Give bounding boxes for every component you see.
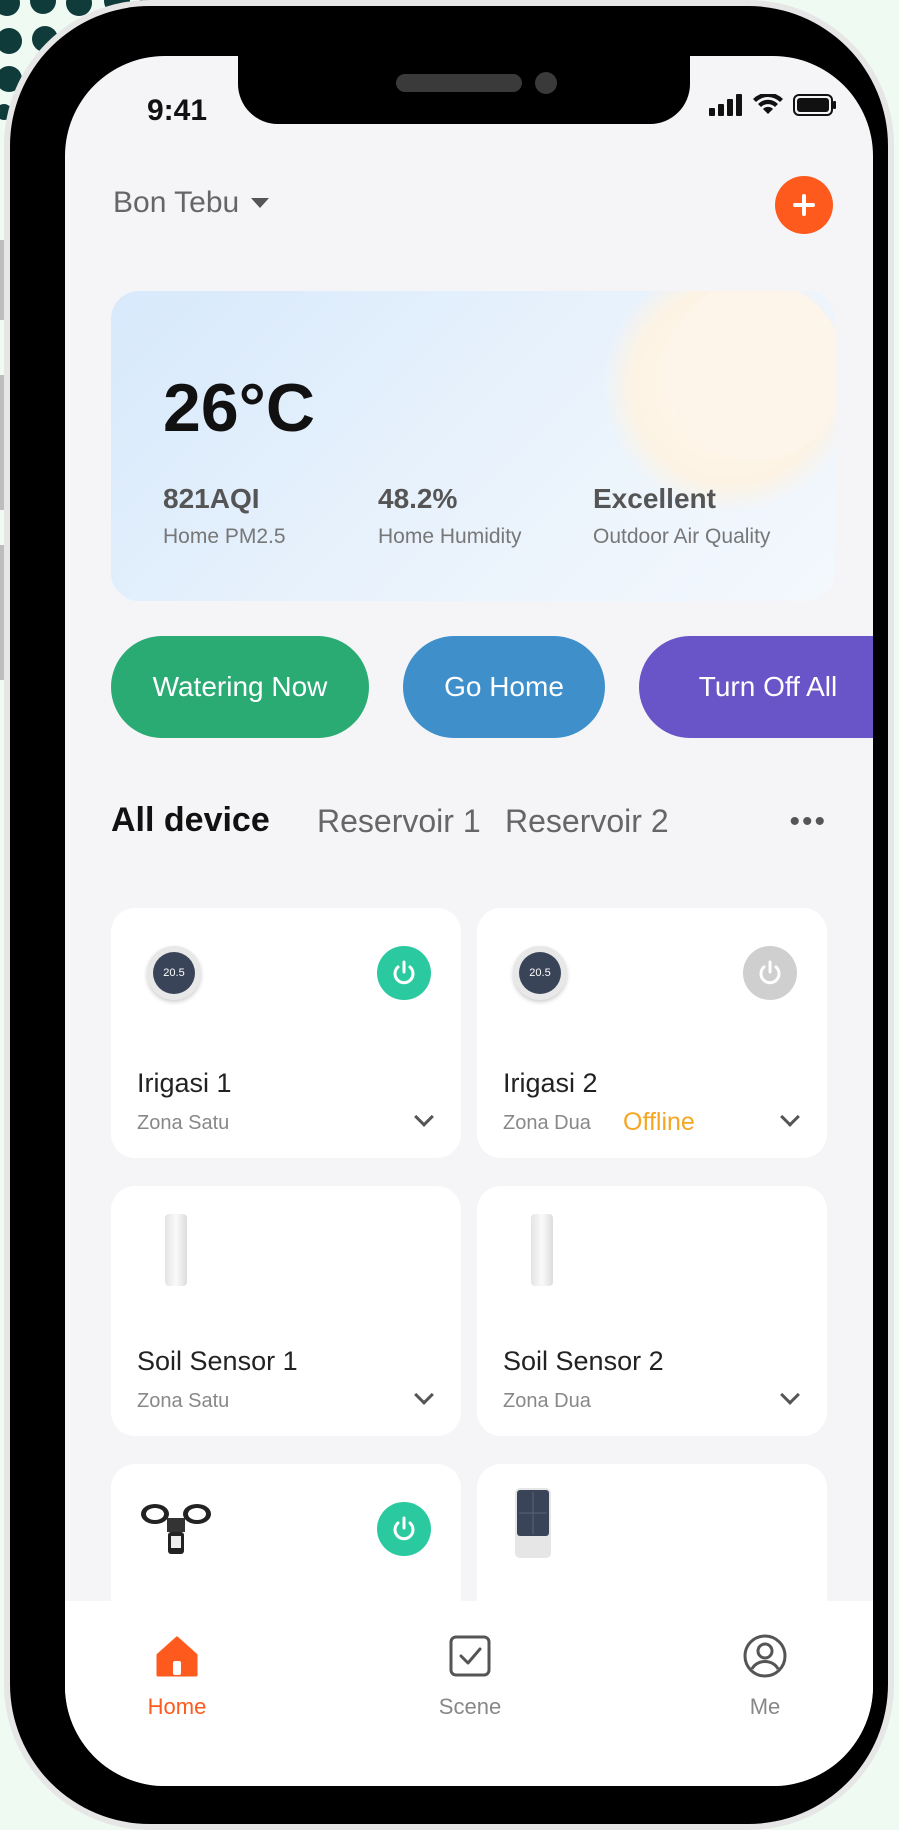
- power-button[interactable]: [377, 946, 431, 1000]
- signal-icon: [709, 94, 742, 116]
- stat-label: Outdoor Air Quality: [593, 525, 771, 548]
- chevron-down-icon[interactable]: [780, 1107, 800, 1127]
- camera: [535, 72, 557, 94]
- weather-stats: 821AQI Home PM2.5 48.2% Home Humidity Ex…: [163, 483, 808, 549]
- floodlight-icon: [141, 1504, 211, 1554]
- tabbar-home[interactable]: Home: [117, 1633, 237, 1720]
- tab-reservoir-2[interactable]: Reservoir 2: [505, 803, 669, 840]
- soil-sensor-icon: [531, 1214, 553, 1286]
- device-name: Irigasi 1: [137, 1068, 232, 1098]
- stat-value: 48.2%: [378, 483, 458, 514]
- stat-value: 821AQI: [163, 483, 260, 514]
- bottom-tab-bar: Home Scene Me: [65, 1601, 873, 1786]
- stat-humidity: 48.2% Home Humidity: [378, 483, 593, 549]
- scene-shortcuts: Watering Now Go Home Turn Off All: [111, 636, 873, 738]
- chevron-down-icon[interactable]: [414, 1107, 434, 1127]
- device-zone: Zona Satu: [137, 1390, 230, 1412]
- stat-pm25: 821AQI Home PM2.5: [163, 483, 378, 549]
- battery-icon: [793, 94, 836, 116]
- caret-down-icon: [251, 198, 270, 208]
- speaker: [396, 74, 522, 92]
- thermostat-icon: 20.5: [513, 946, 567, 1000]
- device-zone: Zona Dua: [503, 1112, 591, 1134]
- stat-label: Home PM2.5: [163, 525, 286, 548]
- tabbar-label: Home: [147, 1694, 207, 1719]
- chevron-down-icon[interactable]: [414, 1385, 434, 1405]
- device-card-soil-sensor-2[interactable]: Soil Sensor 2 Zona Dua: [477, 1186, 827, 1436]
- thermostat-reading: 20.5: [153, 952, 195, 994]
- device-name: Soil Sensor 1: [137, 1346, 298, 1376]
- app-screen: 9:41 Bon Tebu 26°C 821AQI Home PM2.5 48.…: [65, 56, 873, 1786]
- panel-device-icon: [515, 1488, 551, 1558]
- stat-value: Excellent: [593, 483, 716, 514]
- home-icon: [156, 1636, 198, 1677]
- temperature: 26°C: [163, 370, 315, 446]
- power-icon: [393, 1516, 415, 1541]
- tab-all-device[interactable]: All device: [111, 801, 270, 840]
- power-button[interactable]: [743, 946, 797, 1000]
- stat-label: Home Humidity: [378, 525, 522, 548]
- scene-go-home-button[interactable]: Go Home: [403, 636, 605, 738]
- thermostat-icon: 20.5: [147, 946, 201, 1000]
- weather-card: 26°C 821AQI Home PM2.5 48.2% Home Humidi…: [111, 291, 835, 601]
- tabbar-me[interactable]: Me: [705, 1633, 825, 1720]
- scene-checkbox-icon: [449, 1635, 491, 1677]
- scene-turn-off-all-button[interactable]: Turn Off All: [639, 636, 873, 738]
- device-card-irigasi-1[interactable]: 20.5 Irigasi 1 Zona Satu: [111, 908, 461, 1158]
- home-selector[interactable]: Bon Tebu: [113, 186, 270, 220]
- stat-air-quality: Excellent Outdoor Air Quality: [593, 483, 808, 549]
- add-device-button[interactable]: [775, 176, 833, 234]
- device-zone: Zona Dua: [503, 1390, 591, 1412]
- home-name: Bon Tebu: [113, 186, 240, 219]
- status-time: 9:41: [147, 94, 208, 127]
- tabbar-label: Me: [749, 1694, 781, 1719]
- scene-watering-now-button[interactable]: Watering Now: [111, 636, 369, 738]
- device-name: Irigasi 2: [503, 1068, 598, 1098]
- tabbar-scene[interactable]: Scene: [410, 1633, 530, 1720]
- phone-frame: 9:41 Bon Tebu 26°C 821AQI Home PM2.5 48.…: [10, 6, 888, 1824]
- device-tabs: All device Reservoir 1 Reservoir 2 •••: [111, 801, 837, 851]
- power-icon: [759, 960, 781, 985]
- phone-notch: [238, 56, 690, 124]
- device-name: Soil Sensor 2: [503, 1346, 664, 1376]
- user-icon: [743, 1634, 787, 1678]
- chevron-down-icon[interactable]: [780, 1385, 800, 1405]
- power-button[interactable]: [377, 1502, 431, 1556]
- device-zone: Zona Satu: [137, 1112, 230, 1134]
- tabbar-label: Scene: [438, 1694, 502, 1719]
- soil-sensor-icon: [165, 1214, 187, 1286]
- thermostat-reading: 20.5: [519, 952, 561, 994]
- tab-reservoir-1[interactable]: Reservoir 1: [317, 803, 481, 840]
- plus-icon: [793, 194, 815, 216]
- wifi-icon: [753, 94, 783, 114]
- offline-status: Offline: [623, 1108, 695, 1136]
- power-icon: [393, 960, 415, 985]
- more-icon[interactable]: •••: [789, 805, 827, 839]
- status-icons: [709, 94, 837, 116]
- device-card-irigasi-2[interactable]: 20.5 Irigasi 2 Zona Dua Offline: [477, 908, 827, 1158]
- device-card-soil-sensor-1[interactable]: Soil Sensor 1 Zona Satu: [111, 1186, 461, 1436]
